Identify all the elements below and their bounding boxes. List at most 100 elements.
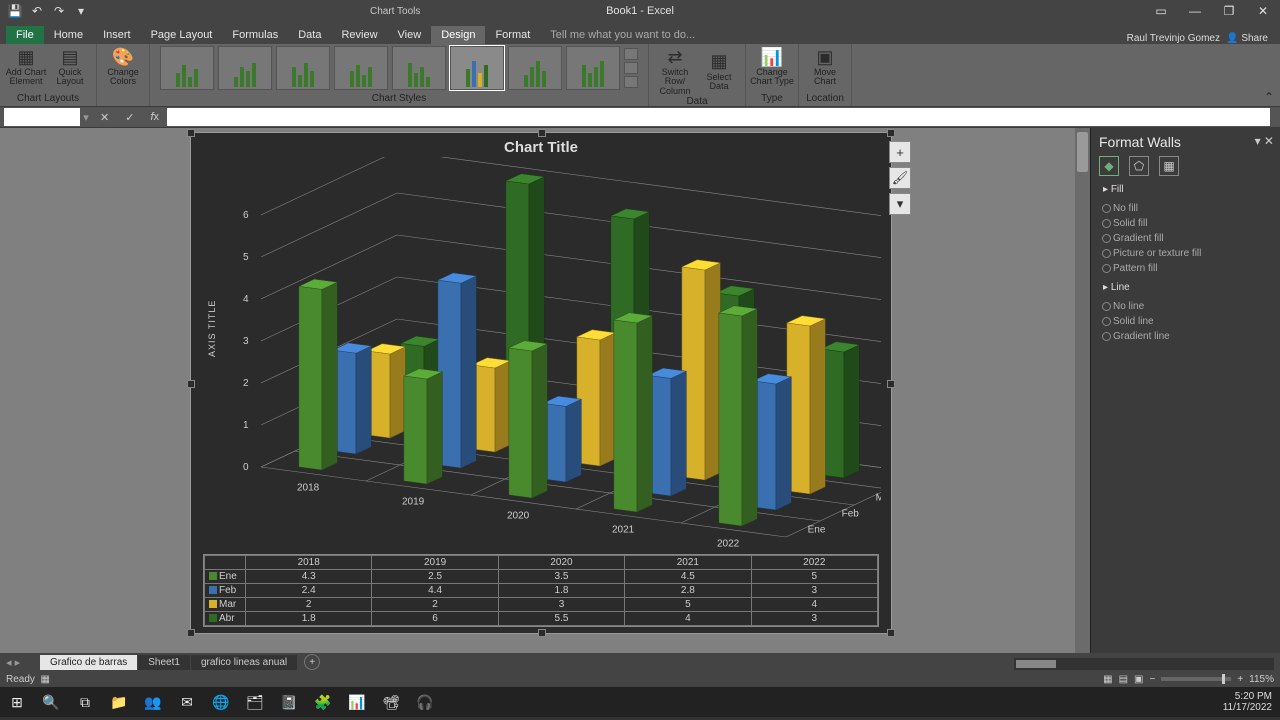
tab-home[interactable]: Home bbox=[44, 26, 93, 44]
zoom-level[interactable]: 115% bbox=[1249, 674, 1274, 685]
outlook-icon[interactable]: ✉ bbox=[174, 689, 200, 715]
select-data-button[interactable]: ▦Select Data bbox=[697, 46, 741, 96]
switch-row-column-button[interactable]: ⇄Switch Row/ Column bbox=[653, 46, 697, 96]
redo-icon[interactable]: ↷ bbox=[50, 2, 68, 20]
chart-style-6[interactable] bbox=[450, 46, 504, 90]
add-chart-element-button[interactable]: ▦Add Chart Element bbox=[4, 46, 48, 87]
fx-icon[interactable]: fx bbox=[150, 111, 159, 123]
chart-style-8[interactable] bbox=[566, 46, 620, 90]
sheet-tab-grafico-lineas[interactable]: grafico lineas anual bbox=[191, 655, 297, 670]
svg-text:0: 0 bbox=[243, 462, 249, 473]
tab-formulas[interactable]: Formulas bbox=[222, 26, 288, 44]
svg-text:4: 4 bbox=[243, 294, 249, 305]
gradient-line-option[interactable]: Gradient line bbox=[1099, 329, 1272, 344]
picture-fill-option[interactable]: Picture or texture fill bbox=[1099, 246, 1272, 261]
search-icon[interactable]: 🔍 bbox=[38, 689, 64, 715]
solid-line-option[interactable]: Solid line bbox=[1099, 314, 1272, 329]
change-colors-button[interactable]: 🎨Change Colors bbox=[101, 46, 145, 87]
save-icon[interactable]: 💾 bbox=[6, 2, 24, 20]
sheet-tab-grafico-barras[interactable]: Grafico de barras bbox=[40, 655, 137, 670]
headset-icon[interactable]: 🎧 bbox=[412, 689, 438, 715]
enter-formula-icon[interactable]: ✓ bbox=[125, 111, 134, 124]
no-line-option[interactable]: No line bbox=[1099, 299, 1272, 314]
solid-fill-option[interactable]: Solid fill bbox=[1099, 216, 1272, 231]
chart-style-7[interactable] bbox=[508, 46, 562, 90]
sheet-tab-sheet1[interactable]: Sheet1 bbox=[138, 655, 190, 670]
chart-style-2[interactable] bbox=[218, 46, 272, 90]
teams-icon[interactable]: 👥 bbox=[140, 689, 166, 715]
tab-view[interactable]: View bbox=[388, 26, 432, 44]
chart-elements-button[interactable]: + bbox=[889, 141, 911, 163]
chart-styles-button[interactable]: 🖌 bbox=[889, 167, 911, 189]
chart-filters-button[interactable]: ▾ bbox=[889, 193, 911, 215]
tab-data[interactable]: Data bbox=[288, 26, 331, 44]
file-explorer-icon[interactable]: 📁 bbox=[106, 689, 132, 715]
new-sheet-button[interactable]: + bbox=[304, 654, 320, 670]
chart-style-4[interactable] bbox=[334, 46, 388, 90]
gradient-fill-option[interactable]: Gradient fill bbox=[1099, 231, 1272, 246]
tab-page-layout[interactable]: Page Layout bbox=[141, 26, 223, 44]
close-icon[interactable]: ✕ bbox=[1246, 0, 1280, 22]
quick-layout-button[interactable]: ▤Quick Layout bbox=[48, 46, 92, 87]
collapse-ribbon-icon[interactable]: ⌃ bbox=[1264, 90, 1274, 104]
styles-scroll-up-icon[interactable] bbox=[624, 48, 638, 60]
vertical-scrollbar[interactable] bbox=[1075, 128, 1090, 653]
start-button[interactable]: ⊞ bbox=[4, 689, 30, 715]
tab-file[interactable]: File bbox=[6, 26, 44, 44]
tab-insert[interactable]: Insert bbox=[93, 26, 141, 44]
fill-section[interactable]: ▸ Fill bbox=[1099, 184, 1272, 195]
folder-icon[interactable]: 🗂 bbox=[242, 689, 268, 715]
workbook-title: Book1 - Excel bbox=[606, 5, 674, 17]
pattern-fill-option[interactable]: Pattern fill bbox=[1099, 261, 1272, 276]
excel-icon[interactable]: 📊 bbox=[344, 689, 370, 715]
chart-style-1[interactable] bbox=[160, 46, 214, 90]
tab-review[interactable]: Review bbox=[331, 26, 387, 44]
undo-icon[interactable]: ↶ bbox=[28, 2, 46, 20]
change-chart-type-button[interactable]: 📊Change Chart Type bbox=[750, 46, 794, 87]
formula-input[interactable] bbox=[167, 108, 1270, 126]
task-view-icon[interactable]: ⧉ bbox=[72, 689, 98, 715]
status-ready: Ready bbox=[6, 674, 35, 685]
size-properties-icon[interactable]: ▦ bbox=[1159, 156, 1179, 176]
page-break-view-icon[interactable]: ▣ bbox=[1134, 674, 1143, 685]
tab-design[interactable]: Design bbox=[431, 26, 485, 44]
maximize-icon[interactable]: ❐ bbox=[1212, 0, 1246, 22]
normal-view-icon[interactable]: ▦ bbox=[1103, 674, 1112, 685]
app-icon[interactable]: 🧩 bbox=[310, 689, 336, 715]
share-button[interactable]: 👤 Share bbox=[1226, 33, 1268, 44]
horizontal-scrollbar[interactable] bbox=[1014, 658, 1274, 670]
chart-styles-gallery[interactable] bbox=[154, 46, 644, 90]
minimize-icon[interactable]: — bbox=[1178, 0, 1212, 22]
tab-format[interactable]: Format bbox=[485, 26, 540, 44]
tell-me-search[interactable]: Tell me what you want to do... bbox=[540, 26, 705, 44]
chart-object[interactable]: + 🖌 ▾ Chart Title 0123456AXIS TITLE20182… bbox=[190, 132, 892, 634]
zoom-in-icon[interactable]: + bbox=[1237, 674, 1243, 685]
no-fill-option[interactable]: No fill bbox=[1099, 201, 1272, 216]
effects-icon[interactable]: ⬠ bbox=[1129, 156, 1149, 176]
pane-close-icon[interactable]: ▾ ✕ bbox=[1255, 134, 1274, 148]
fill-line-icon[interactable]: ◆ bbox=[1099, 156, 1119, 176]
chart-style-5[interactable] bbox=[392, 46, 446, 90]
styles-scroll-down-icon[interactable] bbox=[624, 62, 638, 74]
worksheet-canvas[interactable]: + 🖌 ▾ Chart Title 0123456AXIS TITLE20182… bbox=[0, 128, 1090, 653]
name-box[interactable] bbox=[4, 108, 80, 126]
chart-style-3[interactable] bbox=[276, 46, 330, 90]
sheet-tabs-bar: ◂ ▸ Grafico de barras Sheet1 grafico lin… bbox=[0, 653, 1280, 671]
svg-text:2: 2 bbox=[243, 378, 249, 389]
svg-text:2018: 2018 bbox=[297, 483, 320, 494]
system-clock[interactable]: 5:20 PM 11/17/2022 bbox=[1223, 691, 1276, 713]
line-section[interactable]: ▸ Line bbox=[1099, 282, 1272, 293]
ribbon-display-options-icon[interactable]: ▭ bbox=[1144, 0, 1178, 22]
onenote-icon[interactable]: 📓 bbox=[276, 689, 302, 715]
qat-customize-icon[interactable]: ▾ bbox=[72, 2, 90, 20]
page-layout-view-icon[interactable]: ▤ bbox=[1119, 674, 1128, 685]
chrome-icon[interactable]: 🌐 bbox=[208, 689, 234, 715]
zoom-slider[interactable] bbox=[1161, 677, 1231, 681]
zoom-out-icon[interactable]: − bbox=[1149, 674, 1155, 685]
move-chart-button[interactable]: ▣Move Chart bbox=[803, 46, 847, 87]
user-name[interactable]: Raul Trevinjo Gomez bbox=[1127, 33, 1220, 44]
styles-more-icon[interactable] bbox=[624, 76, 638, 88]
cancel-formula-icon[interactable]: ✕ bbox=[100, 111, 109, 124]
chart-plot-area[interactable]: 0123456AXIS TITLE20182019202020212022Ene… bbox=[201, 157, 881, 547]
powerpoint-icon[interactable]: 📽 bbox=[378, 689, 404, 715]
